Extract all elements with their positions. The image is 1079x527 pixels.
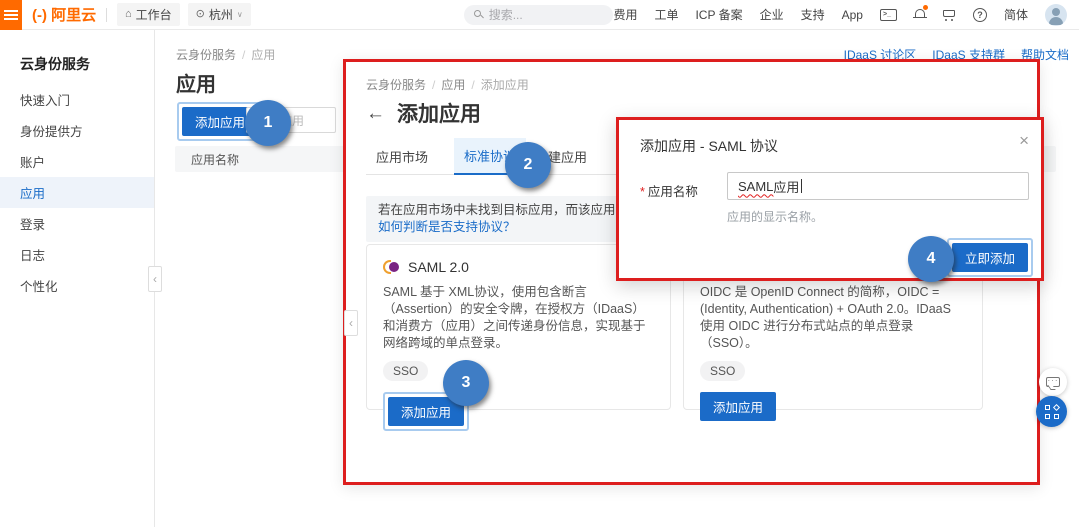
oidc-card-actions: 添加应用 (700, 392, 966, 421)
app-name-helper-text: 应用的显示名称。 (727, 208, 823, 225)
chevron-down-icon: ∨ (237, 10, 243, 19)
breadcrumb-separator: / (242, 48, 245, 62)
sidebar-item-idp[interactable]: 身份提供方 (0, 115, 154, 146)
help-icon[interactable]: ? (973, 8, 987, 22)
region-label: 杭州 (209, 6, 233, 23)
hamburger-menu-icon[interactable] (0, 0, 22, 30)
breadcrumb-separator: / (471, 78, 474, 92)
global-search-input[interactable]: 搜索... (464, 5, 614, 25)
sidebar: 云身份服务 快速入门 身份提供方 账户 应用 登录 日志 个性化 (0, 30, 155, 527)
required-mark: * (640, 185, 645, 199)
step-annotation-1: 1 (245, 100, 291, 146)
overlay-breadcrumb: 云身份服务 / 应用 / 添加应用 (366, 76, 529, 93)
aliyun-logo[interactable]: (-) 阿里云 (32, 4, 96, 25)
saml-card-header: SAML 2.0 (383, 257, 654, 277)
divider (106, 8, 107, 22)
region-selector[interactable]: ⊙ 杭州 ∨ (188, 3, 251, 26)
breadcrumb-current: 添加应用 (481, 76, 529, 93)
step-annotation-2: 2 (505, 142, 551, 188)
tab-app-market[interactable]: 应用市场 (366, 138, 438, 175)
locale-switcher[interactable]: 简体 (1004, 6, 1028, 23)
location-icon: ⊙ (196, 9, 205, 20)
chat-bubble-icon: ··· (1046, 377, 1060, 387)
page-title: 应用 (176, 68, 216, 97)
app-name-input[interactable]: SAML 应用 (727, 172, 1029, 200)
cart-icon[interactable] (943, 9, 956, 21)
overlay-page-title: 添加应用 (397, 98, 481, 128)
user-avatar[interactable] (1045, 4, 1067, 26)
close-icon[interactable]: × (1019, 132, 1029, 149)
breadcrumb-item[interactable]: 应用 (441, 76, 465, 93)
feedback-float-button[interactable]: ··· (1039, 368, 1067, 396)
workbench-label: 工作台 (136, 6, 172, 23)
topbar: (-) 阿里云 ⌂ 工作台 ⊙ 杭州 ∨ 搜索... 费用 工单 ICP 备案 … (0, 0, 1079, 30)
menu-item-support[interactable]: 支持 (801, 6, 825, 23)
search-placeholder: 搜索... (489, 6, 523, 23)
saml-card-actions: 添加应用 (383, 392, 654, 431)
collapse-icon: ‹ (153, 272, 157, 286)
widgets-float-button[interactable] (1036, 396, 1067, 427)
panel-collapse-handle[interactable]: ‹ (344, 310, 358, 336)
breadcrumb-item[interactable]: 云身份服务 (366, 76, 426, 93)
sidebar-item-logs[interactable]: 日志 (0, 239, 154, 270)
field-label-text: 应用名称 (648, 185, 698, 199)
table-header-app-name: 应用名称 (191, 151, 239, 168)
back-arrow-icon[interactable]: ← (366, 104, 385, 123)
saml-logo-icon (383, 259, 399, 275)
breadcrumb: 云身份服务 / 应用 (176, 46, 275, 63)
text-caret (801, 179, 802, 193)
oidc-add-app-button[interactable]: 添加应用 (700, 392, 776, 421)
sidebar-item-login[interactable]: 登录 (0, 208, 154, 239)
menu-item-icp[interactable]: ICP 备案 (695, 6, 742, 23)
sidebar-item-quickstart[interactable]: 快速入门 (0, 84, 154, 115)
menu-item-enterprise[interactable]: 企业 (760, 6, 784, 23)
saml-card-description: SAML 基于 XML协议，使用包含断言（Assertion）的安全令牌，在授权… (383, 284, 654, 352)
search-icon (474, 10, 483, 19)
sidebar-item-accounts[interactable]: 账户 (0, 146, 154, 177)
submit-add-button[interactable]: 立即添加 (952, 243, 1028, 272)
input-value-rest: 应用 (773, 177, 799, 196)
menu-item-billing[interactable]: 费用 (613, 6, 637, 23)
saml-sso-badge: SSO (383, 361, 428, 381)
step-annotation-3: 3 (443, 360, 489, 406)
breadcrumb-item[interactable]: 云身份服务 (176, 46, 236, 63)
sidebar-item-personalization[interactable]: 个性化 (0, 270, 154, 301)
sidebar-item-applications[interactable]: 应用 (0, 177, 154, 208)
app-name-field-label: *应用名称 (640, 181, 698, 200)
cloudshell-icon[interactable]: >_ (880, 9, 897, 21)
apps-grid-icon (1045, 405, 1059, 419)
input-value-flagged: SAML (738, 179, 773, 194)
submit-button-focus-ring: 立即添加 (947, 238, 1033, 277)
collapse-icon: ‹ (349, 316, 353, 330)
notifications-bell-icon[interactable] (914, 8, 926, 21)
menu-item-tickets[interactable]: 工单 (654, 6, 678, 23)
breadcrumb-current: 应用 (251, 46, 275, 63)
add-saml-app-dialog: 添加应用 - SAML 协议 × *应用名称 SAML 应用 应用的显示名称。 … (616, 117, 1044, 281)
workbench-button[interactable]: ⌂ 工作台 (117, 3, 180, 26)
oidc-sso-badge: SSO (700, 361, 745, 381)
menu-item-app[interactable]: App (842, 8, 863, 22)
notification-dot (923, 5, 928, 10)
dialog-title: 添加应用 - SAML 协议 (640, 136, 778, 156)
oidc-card-description: OIDC 是 OpenID Connect 的简称，OIDC = (Identi… (700, 284, 966, 352)
breadcrumb-separator: / (432, 78, 435, 92)
topbar-right-nav: 费用 工单 ICP 备案 企业 支持 App >_ ? 简体 (613, 4, 1079, 26)
sidebar-title: 云身份服务 (0, 30, 154, 84)
sidebar-collapse-handle[interactable]: ‹ (148, 266, 162, 292)
overlay-title-row: ← 添加应用 (366, 98, 481, 128)
saml-card-title: SAML 2.0 (408, 259, 469, 275)
home-icon: ⌂ (125, 9, 132, 20)
screen: (-) 阿里云 ⌂ 工作台 ⊙ 杭州 ∨ 搜索... 费用 工单 ICP 备案 … (0, 0, 1079, 527)
step-annotation-4: 4 (908, 236, 954, 282)
